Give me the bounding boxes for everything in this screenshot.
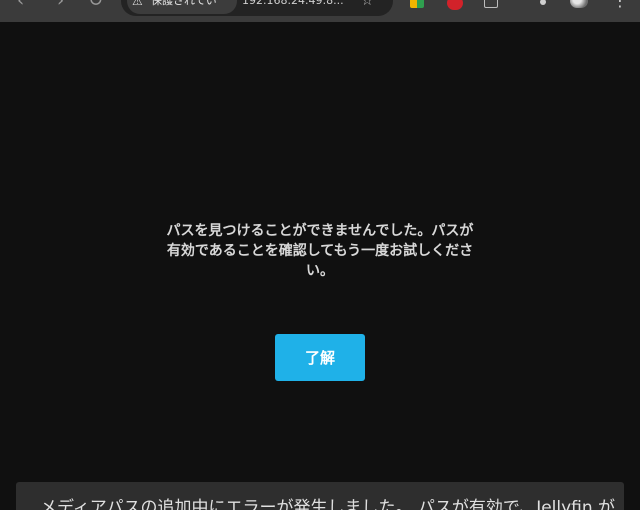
back-icon[interactable]: ‹ [17, 0, 24, 11]
browser-toolbar: ‹ › ↻ ⚠ 保護されてい 192.168.24.49:8... ☆ ⋮ [0, 0, 640, 22]
bookmark-star-icon[interactable]: ☆ [361, 0, 374, 14]
url-text[interactable]: 192.168.24.49:8... [242, 0, 344, 14]
notification-icon[interactable] [447, 0, 463, 10]
share-icon[interactable] [484, 0, 498, 8]
security-chip[interactable]: ⚠ 保護されてい [127, 0, 237, 14]
reload-icon[interactable]: ↻ [88, 0, 103, 11]
extension-icon[interactable] [410, 0, 424, 8]
extensions-dot-icon[interactable] [540, 0, 546, 5]
menu-icon[interactable]: ⋮ [612, 0, 628, 9]
ok-button[interactable]: 了解 [275, 334, 365, 381]
warning-icon: ⚠ [132, 0, 143, 8]
address-bar[interactable]: ⚠ 保護されてい 192.168.24.49:8... ☆ [121, 0, 393, 16]
forward-icon[interactable]: › [57, 0, 64, 11]
background-error-panel: メディアパスの追加中にエラーが発生しました。 パスが有効で、Jellyfin が [16, 482, 624, 510]
error-message: パスを見つけることができませんでした。パスが有効であることを確認してもう一度お試… [166, 223, 474, 279]
background-error-text: メディアパスの追加中にエラーが発生しました。 パスが有効で、Jellyfin が [40, 498, 616, 510]
avatar[interactable] [570, 0, 588, 8]
security-label: 保護されてい [151, 0, 217, 7]
